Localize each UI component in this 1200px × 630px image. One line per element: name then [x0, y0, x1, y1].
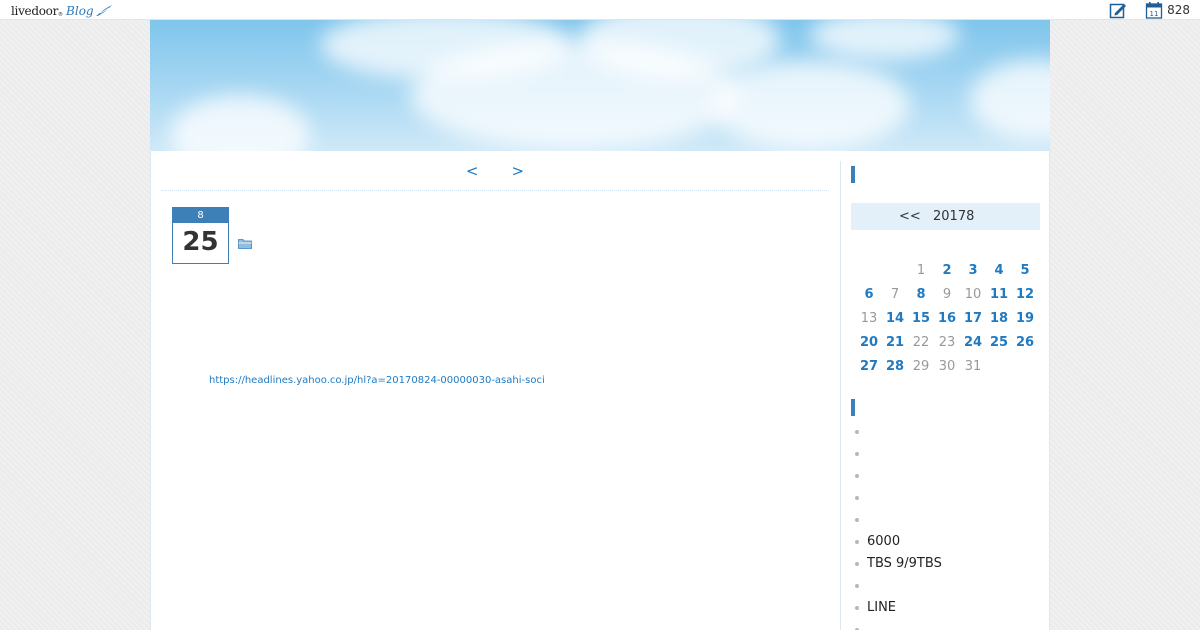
recent-entry-item[interactable] — [855, 575, 942, 597]
entry-day: 25 — [182, 227, 219, 257]
calendar-heading-marker — [851, 166, 855, 183]
top-bar: livedoor ® Blog 11 828 — [0, 0, 1200, 20]
calendar-day[interactable]: 19 — [1012, 307, 1038, 331]
calendar-day[interactable]: 25 — [986, 331, 1012, 355]
logo-trademark: ® — [58, 12, 64, 18]
calendar-grid: 1 2 3 4 5 6 7 8 9 10 11 12 13 14 15 16 17 18 19 20 21 22 23 24 2… — [856, 259, 1038, 379]
calendar-day[interactable]: 2 — [934, 259, 960, 283]
calendar-day[interactable]: 17 — [960, 307, 986, 331]
calendar-day[interactable]: 21 — [882, 331, 908, 355]
main-page: < > 8 25 https://headlines.yahoo.co.jp/h… — [150, 151, 1050, 630]
recent-entries-list: 6000 TBS 9/9TBS LINE — [855, 421, 942, 630]
folder-icon[interactable] — [238, 238, 252, 249]
edit-icon[interactable] — [1109, 1, 1127, 19]
calendar-day[interactable]: 24 — [960, 331, 986, 355]
entry-date: 8 25 — [172, 207, 229, 264]
calendar-prev-link[interactable]: << — [899, 203, 921, 230]
bird-icon — [95, 5, 112, 16]
recent-entry-item[interactable] — [855, 443, 942, 465]
calendar-day[interactable]: 16 — [934, 307, 960, 331]
calendar-day: 30 — [938, 359, 956, 374]
calendar-day: 10 — [964, 287, 982, 302]
recent-entry-item[interactable] — [855, 465, 942, 487]
calendar-day: 23 — [938, 335, 956, 350]
calendar-day: 22 — [912, 335, 930, 350]
calendar-day[interactable]: 27 — [856, 355, 882, 379]
calendar-day[interactable]: 15 — [908, 307, 934, 331]
calendar-day[interactable]: 28 — [882, 355, 908, 379]
calendar-day: 13 — [860, 311, 878, 326]
blog-header-banner — [150, 20, 1050, 151]
entry-source-link[interactable]: https://headlines.yahoo.co.jp/hl?a=20170… — [209, 375, 545, 386]
recent-entry-item[interactable] — [855, 619, 942, 630]
calendar-day[interactable]: 11 — [986, 283, 1012, 307]
calendar-day[interactable]: 8 — [908, 283, 934, 307]
calendar-day: 7 — [890, 287, 900, 302]
top-right-tools: 11 828 — [1109, 1, 1190, 19]
next-entry-link[interactable]: > — [512, 162, 525, 180]
calendar-day[interactable]: 5 — [1012, 259, 1038, 283]
calendar-day: 1 — [916, 263, 926, 278]
calendar-day: 9 — [942, 287, 952, 302]
calendar-day[interactable]: 26 — [1012, 331, 1038, 355]
logo-blog-text: Blog — [66, 4, 94, 18]
prev-entry-link[interactable]: < — [466, 162, 479, 180]
recent-entry-item[interactable]: LINE — [855, 597, 942, 619]
calendar-day: 31 — [964, 359, 982, 374]
entry-pager: < > — [161, 161, 829, 191]
entry-month: 8 — [173, 208, 228, 223]
calendar-day[interactable]: 14 — [882, 307, 908, 331]
calendar-icon[interactable]: 11 — [1145, 1, 1163, 19]
recent-entry-item[interactable] — [855, 421, 942, 443]
calendar-day[interactable]: 18 — [986, 307, 1012, 331]
calendar-day[interactable]: 12 — [1012, 283, 1038, 307]
calendar-icon-day: 11 — [1150, 10, 1159, 18]
recent-entry-item[interactable] — [855, 487, 942, 509]
calendar-month-label: 20178 — [933, 209, 975, 224]
logo-text: livedoor — [11, 4, 59, 18]
livedoor-blog-logo[interactable]: livedoor ® Blog — [11, 2, 113, 18]
recent-entry-item[interactable]: TBS 9/9TBS — [855, 553, 942, 575]
calendar-nav: << 20178 — [851, 203, 1040, 230]
recent-entry-item[interactable] — [855, 509, 942, 531]
recent-heading-marker — [851, 399, 855, 416]
calendar-day[interactable]: 3 — [960, 259, 986, 283]
calendar-day[interactable]: 4 — [986, 259, 1012, 283]
calendar-day: 29 — [912, 359, 930, 374]
count-label: 828 — [1167, 3, 1190, 17]
calendar-day[interactable]: 20 — [856, 331, 882, 355]
recent-entry-item[interactable]: 6000 — [855, 531, 942, 553]
calendar-day[interactable]: 6 — [856, 283, 882, 307]
sidebar: << 20178 1 2 3 4 5 6 7 8 9 10 11 12 13 14 15 16 17 18 19 20… — [840, 161, 1051, 630]
